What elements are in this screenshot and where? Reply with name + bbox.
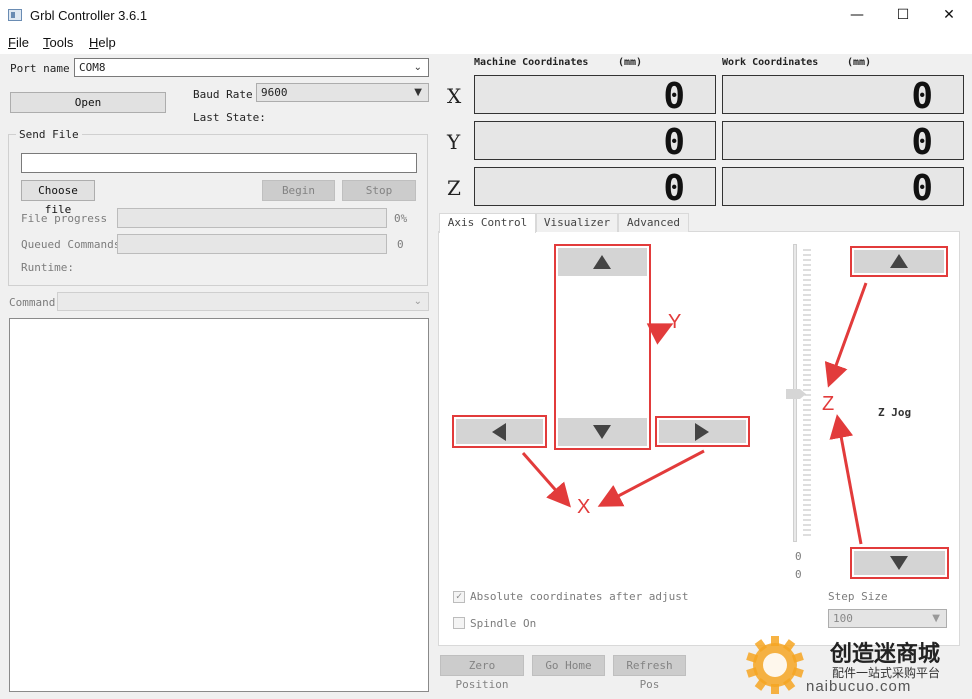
annotation-x: X <box>577 496 591 518</box>
watermark-domain: naibucuo.com <box>806 678 912 695</box>
absolute-coords-label: Absolute coordinates after adjust <box>470 590 689 603</box>
gear-tooth <box>771 636 779 646</box>
watermark-logo <box>746 636 804 694</box>
dropdown-arrow-icon: ▼ <box>932 613 940 624</box>
zero-position-button[interactable]: Zero Position <box>440 655 524 691</box>
spindle-on-label: Spindle On <box>470 617 537 630</box>
arrow-z-down <box>829 414 863 545</box>
step-size-select[interactable]: 100 ▼ <box>828 609 947 628</box>
annotation-y: Y <box>668 311 682 333</box>
absolute-coords-checkbox[interactable]: ✓ <box>453 591 465 603</box>
spindle-on-checkbox[interactable] <box>453 617 465 629</box>
step-size-label: Step Size <box>828 590 888 603</box>
gear-tooth <box>771 684 779 694</box>
arrow-y <box>646 323 674 345</box>
annotation-z: Z <box>822 393 835 415</box>
refresh-pos-button[interactable]: Refresh Pos <box>613 655 686 691</box>
go-home-button[interactable]: Go Home <box>532 655 605 676</box>
arrow-x-left <box>521 452 571 508</box>
arrow-x-right <box>597 449 705 507</box>
arrow-z-up <box>824 282 868 388</box>
